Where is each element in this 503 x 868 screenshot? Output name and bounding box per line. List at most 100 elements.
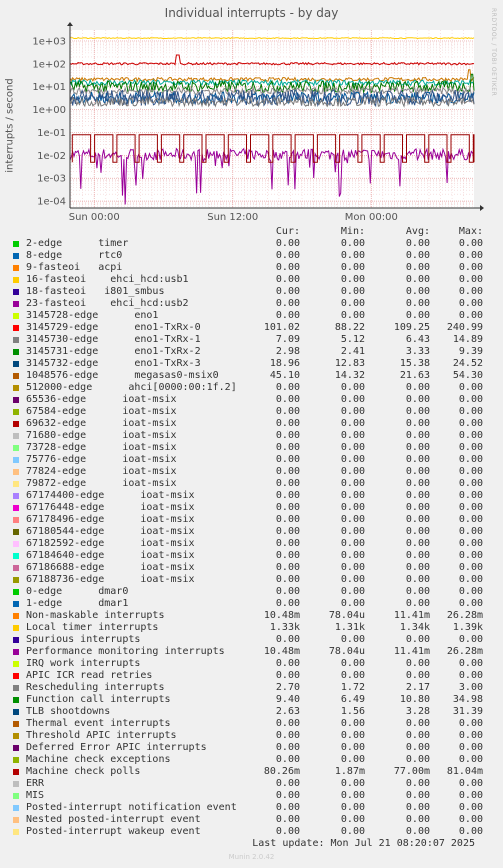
legend-avg-value: 77.00m — [393, 766, 430, 777]
legend-swatch — [13, 733, 19, 739]
legend-rows: 2-edge timer 0.00 0.00 0.00 0.00 8-edge rtc0 0… — [12, 238, 492, 838]
legend-label: Non-maskable interrupts — [26, 610, 165, 621]
legend-row: 3145731-edge eno1-TxRx-2 2.98 2.41 3.33 9.39 — [12, 346, 492, 358]
legend-row: IRQ work interrupts 0.00 0.00 0.00 0.00 — [12, 658, 492, 670]
legend-max-value: 0.00 — [458, 526, 483, 537]
legend-avg-value: 0.00 — [405, 430, 430, 441]
legend-min-value: 78.04u — [328, 610, 365, 621]
legend-swatch — [13, 769, 19, 775]
legend-avg-value: 1.34k — [399, 622, 430, 633]
legend-max-value: 0.00 — [458, 562, 483, 573]
legend-max-value: 0.00 — [458, 574, 483, 585]
legend-row: 3145729-edge eno1-TxRx-0 101.02 88.22 109.2… — [12, 322, 492, 334]
legend-row: APIC ICR read retries 0.00 0.00 0.00 0.00 — [12, 670, 492, 682]
legend-avg-value: 0.00 — [405, 250, 430, 261]
legend-row: Rescheduling interrupts 2.70 1.72 2.17 3.00 — [12, 682, 492, 694]
legend-row: 9-fasteoi acpi 0.00 0.00 0.00 0.00 — [12, 262, 492, 274]
legend-min-value: 0.00 — [340, 466, 365, 477]
legend-label: TLB shootdowns — [26, 706, 111, 717]
legend-max-value: 1.39k — [452, 622, 483, 633]
legend-min-value: 0.00 — [340, 718, 365, 729]
legend-swatch — [13, 385, 19, 391]
legend-max-value: 0.00 — [458, 718, 483, 729]
legend-max-value: 240.99 — [446, 322, 483, 333]
legend-max-value: 9.39 — [458, 346, 483, 357]
legend-avg-value: 0.00 — [405, 670, 430, 681]
legend-max-value: 31.39 — [452, 706, 483, 717]
legend-swatch — [13, 301, 19, 307]
legend-cur-value: 10.48m — [263, 610, 300, 621]
legend-label: Thermal event interrupts — [26, 718, 171, 729]
legend-max-value: 0.00 — [458, 382, 483, 393]
legend-cur-value: 0.00 — [275, 514, 300, 525]
legend-row: 3145732-edge eno1-TxRx-3 18.96 12.83 15.38 2… — [12, 358, 492, 370]
legend-header: Cur: Min: Avg: Max: — [12, 226, 492, 238]
legend-cur-value: 0.00 — [275, 406, 300, 417]
legend-swatch — [13, 493, 19, 499]
legend-cur-value: 101.02 — [263, 322, 300, 333]
legend-min-value: 0.00 — [340, 802, 365, 813]
legend-max-value: 26.28m — [446, 610, 483, 621]
legend-min-value: 0.00 — [340, 586, 365, 597]
legend-label: 23-fasteoi ehci_hcd:usb2 — [26, 298, 189, 309]
legend-cur-value: 0.00 — [275, 574, 300, 585]
legend-swatch — [13, 781, 19, 787]
x-tick-label: Sun 00:00 — [69, 212, 120, 223]
legend-label: 3145729-edge eno1-TxRx-0 — [26, 322, 201, 333]
legend-min-value: 14.32 — [334, 370, 365, 381]
legend-avg-value: 0.00 — [405, 310, 430, 321]
legend-cur-value: 0.00 — [275, 502, 300, 513]
legend-row: Local timer interrupts 1.33k 1.31k 1.34k 1.3… — [12, 622, 492, 634]
legend-row: Thermal event interrupts 0.00 0.00 0.00 0.00 — [12, 718, 492, 730]
legend-row: 67182592-edge ioat-msix 0.00 0.00 0.00 0.00 — [12, 538, 492, 550]
legend-row: Threshold APIC interrupts 0.00 0.00 0.00 0.0… — [12, 730, 492, 742]
legend-max-value: 0.00 — [458, 778, 483, 789]
legend-avg-value: 0.00 — [405, 586, 430, 597]
legend-max-value: 81.04m — [446, 766, 483, 777]
legend-min-value: 0.00 — [340, 550, 365, 561]
legend-swatch — [13, 241, 19, 247]
legend-cur-value: 0.00 — [275, 430, 300, 441]
legend-row: 0-edge dmar0 0.00 0.00 0.00 0.00 — [12, 586, 492, 598]
legend-min-value: 0.00 — [340, 382, 365, 393]
legend-swatch — [13, 421, 19, 427]
legend-swatch — [13, 517, 19, 523]
legend-min-value: 1.72 — [340, 682, 365, 693]
legend-min-value: 0.00 — [340, 730, 365, 741]
legend-cur-value: 0.00 — [275, 310, 300, 321]
legend-min-value: 88.22 — [334, 322, 365, 333]
legend-row: 67184640-edge ioat-msix 0.00 0.00 0.00 0.00 — [12, 550, 492, 562]
interrupts-chart: 1e+03 1e+02 1e+01 1e+00 1e-01 1e-02 1e-03 1e-04… — [32, 22, 484, 223]
legend-cur-value: 18.96 — [269, 358, 300, 369]
legend-swatch — [13, 637, 19, 643]
legend-cur-value: 0.00 — [275, 634, 300, 645]
legend-avg-value: 0.00 — [405, 814, 430, 825]
legend-row: 65536-edge ioat-msix 0.00 0.00 0.00 0.00 — [12, 394, 492, 406]
legend-avg-value: 0.00 — [405, 742, 430, 753]
legend-max-value: 0.00 — [458, 418, 483, 429]
legend-row: Performance monitoring interrupts 10.48m 7… — [12, 646, 492, 658]
legend-swatch — [13, 709, 19, 715]
legend-avg-value: 3.33 — [405, 346, 430, 357]
legend-avg-value: 0.00 — [405, 238, 430, 249]
legend-max-value: 54.30 — [452, 370, 483, 381]
legend-avg-value: 0.00 — [405, 394, 430, 405]
legend-min-value: 78.04u — [328, 646, 365, 657]
legend-min-value: 0.00 — [340, 478, 365, 489]
legend-min-value: 0.00 — [340, 526, 365, 537]
legend-cur-value: 0.00 — [275, 598, 300, 609]
legend-label: 0-edge dmar0 — [26, 586, 129, 597]
legend-label: 9-fasteoi acpi — [26, 262, 123, 273]
legend-max-value: 0.00 — [458, 430, 483, 441]
legend-row: 67174400-edge ioat-msix 0.00 0.00 0.00 0.00 — [12, 490, 492, 502]
legend-row: 67178496-edge ioat-msix 0.00 0.00 0.00 0.00 — [12, 514, 492, 526]
legend-cur-value: 0.00 — [275, 418, 300, 429]
y-tick-label: 1e-01 — [37, 128, 66, 139]
legend-label: Local timer interrupts — [26, 622, 159, 633]
legend-avg-value: 0.00 — [405, 478, 430, 489]
legend-swatch — [13, 829, 19, 835]
legend-cur-value: 0.00 — [275, 286, 300, 297]
legend-max-value: 0.00 — [458, 754, 483, 765]
legend-label: 3145730-edge eno1-TxRx-1 — [26, 334, 201, 345]
legend-max-value: 0.00 — [458, 742, 483, 753]
